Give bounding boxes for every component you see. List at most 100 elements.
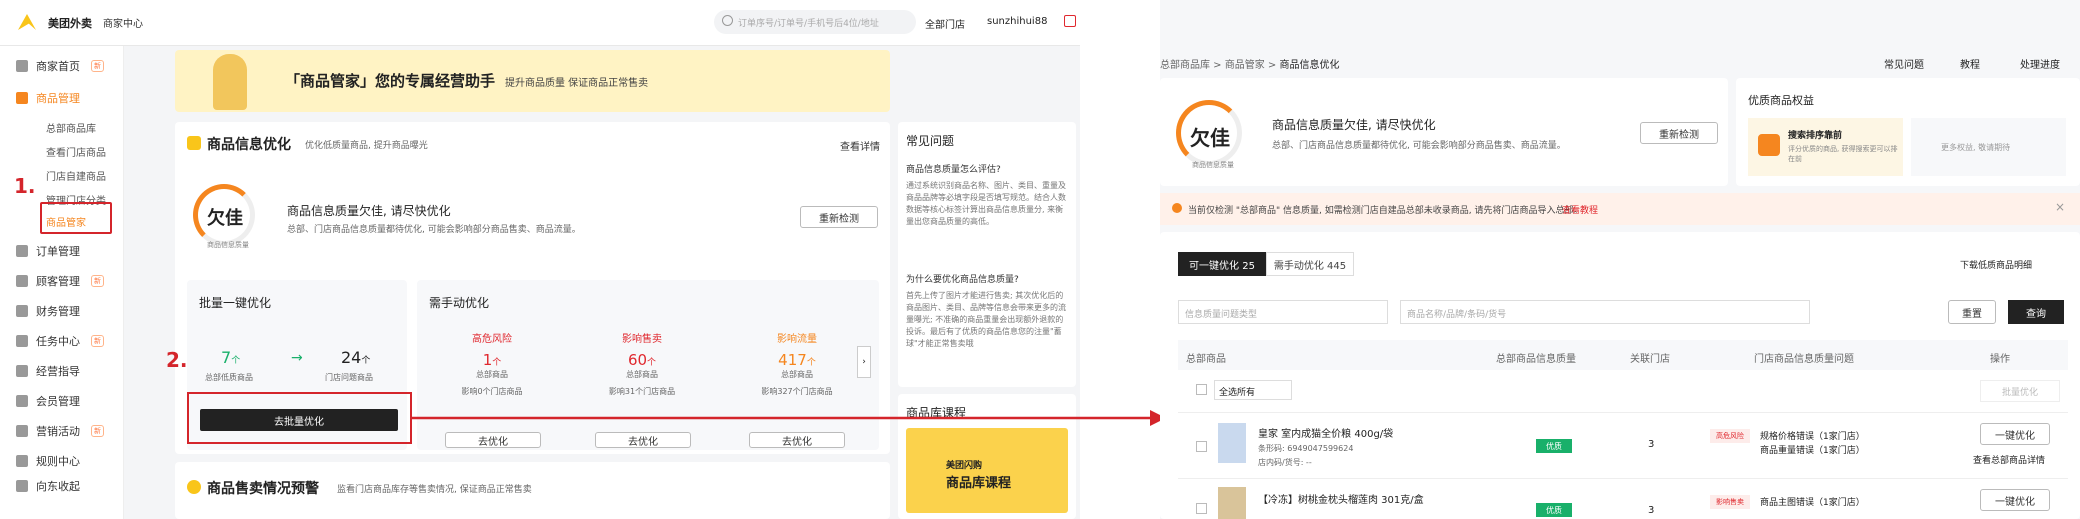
one-click-optimize-button[interactable]: 一键优化	[1980, 489, 2050, 511]
tab-one-click[interactable]: 可一键优化 25	[1178, 252, 1266, 276]
sidebar-sub-store-goods[interactable]: 查看门店商品	[46, 144, 106, 159]
download-link[interactable]: 下载低质商品明细	[1960, 258, 2032, 271]
sidebar-item-collapse[interactable]: 向东收起	[16, 476, 80, 496]
tutorial-link[interactable]: 教程	[1960, 56, 1980, 71]
column-header: 操作	[1990, 354, 2010, 365]
faq-link[interactable]: 常见问题	[1884, 56, 1924, 71]
product-image	[1218, 423, 1246, 463]
batch-left-value: 7	[221, 348, 232, 367]
view-hq-detail-link[interactable]: 查看总部商品详情	[1973, 453, 2045, 466]
faq-question: 为什么要优化商品信息质量?	[906, 275, 1019, 285]
sidebar-item-rules[interactable]: 规则中心	[16, 451, 80, 471]
refresh-button[interactable]: 重新检测	[1640, 122, 1718, 144]
sales-warning-card: 商品售卖情况预警 监看门店商品库存等售卖情况, 保证商品正常售卖	[175, 462, 890, 519]
table-card: 可一键优化 25 需手动优化 445 下载低质商品明细 信息质量问题类型 商品名…	[1160, 232, 2080, 519]
sidebar-item-tasks[interactable]: 任务中心新	[16, 331, 104, 351]
store-count[interactable]: 3	[1648, 439, 1654, 450]
product-image	[1218, 487, 1246, 519]
sidebar-sub-hq-goods[interactable]: 总部商品库	[46, 120, 96, 135]
query-button[interactable]: 查询	[2008, 300, 2064, 324]
row-checkbox[interactable]	[1196, 503, 1207, 514]
manual-col-unit: 个	[647, 358, 657, 368]
info-icon	[1172, 203, 1182, 213]
rules-icon	[16, 455, 28, 467]
product-name[interactable]: 皇家 室内成猫全价粮 400g/袋	[1258, 425, 1393, 440]
finance-icon	[16, 305, 28, 317]
optimize-title: 商品信息优化	[207, 137, 291, 153]
batch-optimize-button[interactable]: 批量优化	[1980, 380, 2060, 402]
column-header: 总部商品	[1186, 354, 1226, 365]
quality-label: 优质	[1546, 441, 1562, 451]
select-all-checkbox[interactable]	[1196, 384, 1207, 395]
sidebar-item-marketing[interactable]: 营销活动新	[16, 421, 104, 441]
one-click-label: 一键优化	[1995, 496, 2035, 508]
manual-col-sub: 总部商品	[476, 370, 508, 379]
manual-col-label: 影响流量	[777, 334, 817, 345]
store-count[interactable]: 3	[1648, 505, 1654, 516]
sidebar-item-goods[interactable]: 商品管理	[16, 88, 80, 108]
one-click-optimize-button[interactable]: 一键优化	[1980, 423, 2050, 445]
select-placeholder: 信息质量问题类型	[1185, 310, 1258, 320]
banner-subtitle: 提升商品质量 保证商品正常售卖	[505, 78, 649, 89]
goods-search-input[interactable]: 商品名称/品牌/条码/货号	[1400, 300, 1810, 324]
manual-col-unit: 个	[492, 358, 502, 368]
progress-link[interactable]: 处理进度	[2020, 56, 2060, 71]
product-name[interactable]: 【冷冻】树桃金枕头榴莲肉 301克/盒	[1258, 491, 1424, 506]
breadcrumb-item[interactable]: 商品管家	[1225, 60, 1265, 71]
step-two-label: 2.	[166, 348, 188, 372]
sidebar-item-home[interactable]: 商家首页新	[16, 56, 104, 76]
grade-label: 欠佳	[1190, 126, 1230, 150]
sidebar-item-label: 营销活动	[36, 425, 80, 438]
sidebar-sub-self-built[interactable]: 门店自建商品	[46, 168, 106, 183]
guide-icon	[16, 365, 28, 377]
tab-label: 可一键优化 25	[1189, 260, 1255, 272]
reset-button[interactable]: 重置	[1948, 300, 1996, 324]
grade-caption: 商品信息质量	[1192, 161, 1234, 169]
batch-optimize-button[interactable]: 去批量优化	[200, 409, 398, 431]
printer-icon[interactable]	[1064, 15, 1076, 27]
close-icon[interactable]: ×	[2055, 200, 2065, 214]
row-checkbox[interactable]	[1196, 441, 1207, 452]
chevron-right-icon[interactable]: ›	[857, 346, 871, 378]
alert-link[interactable]: 查看教程	[1562, 203, 1598, 216]
manual-col-value: 60	[627, 351, 648, 369]
manual-col-sales: 影响售卖 60个 总部商品 影响31个门店商品	[587, 330, 697, 397]
sidebar-item-label: 规则中心	[36, 455, 80, 468]
sidebar-item-members[interactable]: 会员管理	[16, 391, 80, 411]
manual-col-label: 高危风险	[472, 334, 512, 345]
faq-question: 商品信息质量怎么评估?	[906, 165, 1001, 175]
sidebar-item-customers[interactable]: 顾客管理新	[16, 271, 104, 291]
issue-type-select[interactable]: 信息质量问题类型	[1178, 300, 1388, 324]
home-icon	[16, 60, 28, 72]
sidebar-sub-goods-butler[interactable]: 商品管家	[46, 214, 86, 229]
new-badge: 新	[91, 60, 104, 72]
refresh-button[interactable]: 重新检测	[800, 206, 878, 228]
sidebar-item-finance[interactable]: 财务管理	[16, 301, 80, 321]
product-store-code: 店内码/货号: --	[1258, 458, 1312, 467]
user-name[interactable]: sunzhihui88	[987, 16, 1047, 27]
search-icon	[722, 15, 733, 26]
view-detail-link[interactable]: 查看详情	[840, 138, 880, 153]
mascot-icon	[213, 54, 247, 110]
customer-icon	[16, 275, 28, 287]
rights-item: 搜索排序靠前 评分优质的商品, 获得搜索更可以排在前	[1748, 118, 1903, 176]
breadcrumb-item[interactable]: 总部商品库	[1160, 60, 1210, 71]
course-thumbnail[interactable]: 美团闪购 商品库课程	[906, 428, 1068, 513]
new-badge: 新	[91, 275, 104, 287]
table-row: 皇家 室内成猫全价粮 400g/袋 条形码: 6949047599624 店内码…	[1178, 412, 2068, 478]
sidebar-item-label: 商家首页	[36, 60, 80, 73]
tab-manual[interactable]: 需手动优化 445	[1266, 252, 1354, 276]
select-all-dropdown[interactable]: 全选所有	[1214, 380, 1292, 400]
quality-label: 优质	[1546, 505, 1562, 515]
search-input[interactable]: 订单序号/订单号/手机号后4位/地址	[714, 10, 916, 34]
sidebar-item-label: 会员管理	[36, 395, 80, 408]
faq-answer: 首先上传了图片才能进行售卖; 其次优化后的商品图片、类目、品牌等信息会带来更多的…	[906, 291, 1066, 348]
sidebar-item-guide[interactable]: 经营指导	[16, 361, 80, 381]
grade-caption: 商品信息质量	[207, 241, 249, 249]
rights-more: 更多权益, 敬请期待	[1911, 118, 2066, 176]
store-select[interactable]: 全部门店	[925, 16, 965, 31]
rights-more-label: 更多权益, 敬请期待	[1941, 143, 2011, 152]
refresh-label: 重新检测	[819, 213, 859, 225]
manual-col-sub: 总部商品	[781, 370, 813, 379]
sidebar-item-orders[interactable]: 订单管理	[16, 241, 80, 261]
